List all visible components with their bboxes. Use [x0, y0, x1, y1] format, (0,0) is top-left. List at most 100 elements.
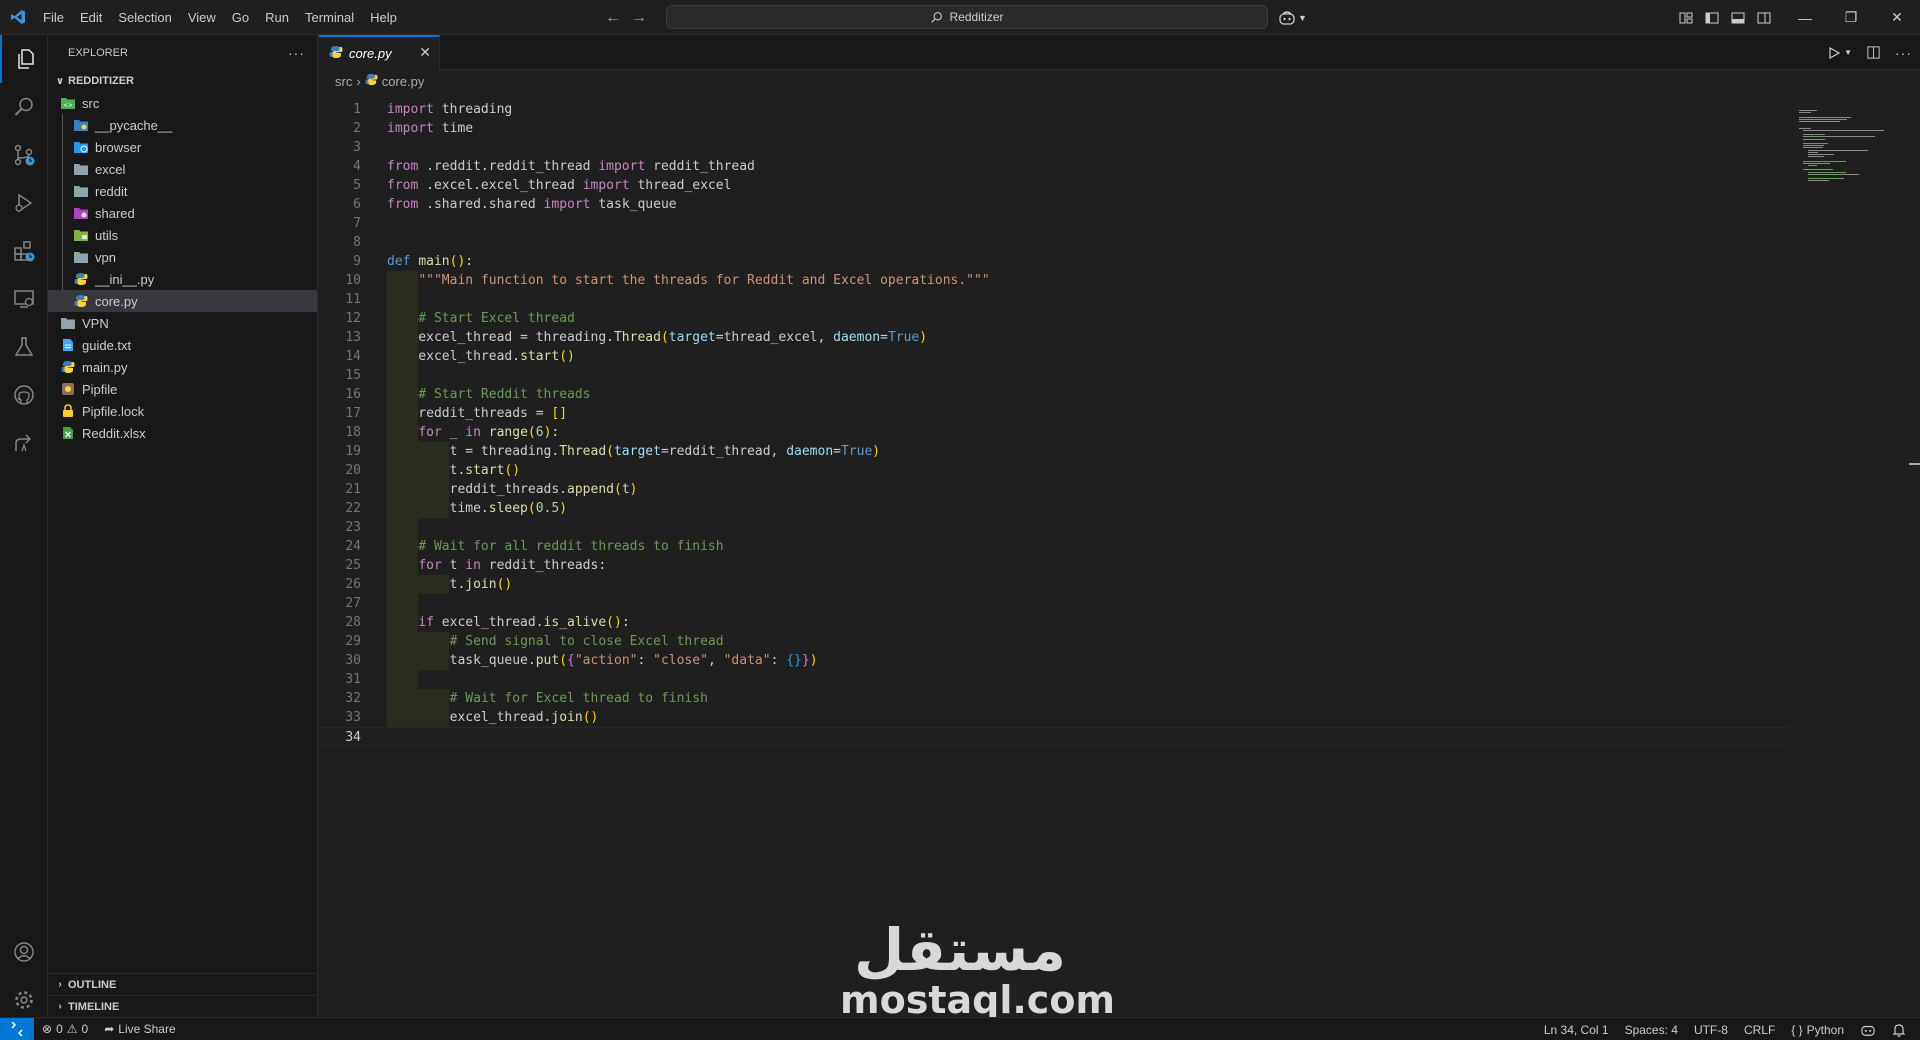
toggle-panel-icon[interactable]: [1730, 10, 1746, 26]
code-line[interactable]: 1 import threading: [319, 100, 1789, 119]
breadcrumb-folder[interactable]: src: [335, 74, 352, 89]
tree-file-guide[interactable]: guide.txt: [48, 334, 317, 356]
code-line[interactable]: 29 # Send signal to close Excel thread: [319, 632, 1789, 651]
scrollbar-marker[interactable]: [1909, 463, 1920, 465]
split-editor-icon[interactable]: [1866, 45, 1881, 60]
code-line[interactable]: 11: [319, 290, 1789, 309]
code-line[interactable]: 12 # Start Excel thread: [319, 309, 1789, 328]
code-line[interactable]: 22 time.sleep(0.5): [319, 499, 1789, 518]
menu-view[interactable]: View: [180, 0, 224, 35]
code-line[interactable]: 8: [319, 233, 1789, 252]
code-line[interactable]: 26 t.join(): [319, 575, 1789, 594]
copilot-status-icon[interactable]: [1852, 1018, 1884, 1040]
code-line[interactable]: 27: [319, 594, 1789, 613]
go-forward-icon[interactable]: →: [631, 9, 647, 27]
breadcrumb-file[interactable]: core.py: [382, 74, 425, 89]
indentation[interactable]: Spaces: 4: [1617, 1018, 1686, 1040]
code-line[interactable]: 28 if excel_thread.is_alive():: [319, 613, 1789, 632]
code-line[interactable]: 33 excel_thread.join(): [319, 708, 1789, 727]
tree-folder-VPN[interactable]: VPN: [48, 312, 317, 334]
code-line[interactable]: 25 for t in reddit_threads:: [319, 556, 1789, 575]
live-share-icon[interactable]: [0, 419, 48, 467]
customize-layout-icon[interactable]: [1678, 10, 1694, 26]
copilot-menu-button[interactable]: ▼: [1278, 6, 1307, 30]
code-line[interactable]: 32 # Wait for Excel thread to finish: [319, 689, 1789, 708]
more-actions-icon[interactable]: ···: [288, 45, 305, 61]
code-line[interactable]: 19 t = threading.Thread(target=reddit_th…: [319, 442, 1789, 461]
command-center-search[interactable]: Redditizer: [666, 5, 1268, 29]
search-icon[interactable]: [0, 83, 48, 131]
run-python-file-icon[interactable]: ▼: [1827, 46, 1852, 60]
go-back-icon[interactable]: ←: [605, 9, 621, 27]
tree-file-pipfile-lock[interactable]: Pipfile.lock: [48, 400, 317, 422]
code-line[interactable]: 9 def main():: [319, 252, 1789, 271]
more-actions-icon[interactable]: ···: [1895, 45, 1912, 61]
code-line[interactable]: 3: [319, 138, 1789, 157]
cursor-position[interactable]: Ln 34, Col 1: [1536, 1018, 1617, 1040]
close-tab-icon[interactable]: ✕: [419, 44, 431, 61]
code-line[interactable]: 21 reddit_threads.append(t): [319, 480, 1789, 499]
tree-folder-vpn[interactable]: vpn: [48, 246, 317, 268]
run-and-debug-icon[interactable]: [0, 179, 48, 227]
menu-selection[interactable]: Selection: [110, 0, 179, 35]
code-line[interactable]: 24 # Wait for all reddit threads to fini…: [319, 537, 1789, 556]
restore-icon[interactable]: ❐: [1828, 0, 1874, 35]
code-line[interactable]: 31: [319, 670, 1789, 689]
language-mode[interactable]: { } Python: [1783, 1018, 1852, 1040]
menu-edit[interactable]: Edit: [72, 0, 110, 35]
code-editor[interactable]: 1 import threading 2 import time 3 4 from .red…: [319, 92, 1789, 1017]
menu-go[interactable]: Go: [224, 0, 257, 35]
code-line[interactable]: 16 # Start Reddit threads: [319, 385, 1789, 404]
minimap[interactable]: [1789, 92, 1907, 1017]
remote-indicator-icon[interactable]: [0, 1017, 34, 1040]
tree-folder-src[interactable]: <> src: [48, 92, 317, 114]
code-line[interactable]: 20 t.start(): [319, 461, 1789, 480]
extensions-icon[interactable]: [0, 227, 48, 275]
code-line[interactable]: 30 task_queue.put({"action": "close", "d…: [319, 651, 1789, 670]
live-share-button[interactable]: ➦ Live Share: [96, 1018, 183, 1040]
tree-file-reddit-xlsx[interactable]: Reddit.xlsx: [48, 422, 317, 444]
code-line[interactable]: 14 excel_thread.start(): [319, 347, 1789, 366]
tree-folder-pycache[interactable]: __pycache__: [48, 114, 317, 136]
code-line[interactable]: 23: [319, 518, 1789, 537]
code-line[interactable]: 6 from .shared.shared import task_queue: [319, 195, 1789, 214]
tree-folder-browser[interactable]: browser: [48, 136, 317, 158]
code-line[interactable]: 13 excel_thread = threading.Thread(targe…: [319, 328, 1789, 347]
testing-icon[interactable]: [0, 323, 48, 371]
tab-core-py[interactable]: core.py ✕: [319, 35, 440, 70]
explorer-icon[interactable]: [0, 35, 48, 83]
menu-file[interactable]: File: [35, 0, 72, 35]
code-line[interactable]: 17 reddit_threads = []: [319, 404, 1789, 423]
source-control-icon[interactable]: [0, 131, 48, 179]
notifications-bell-icon[interactable]: [1884, 1018, 1914, 1040]
code-line[interactable]: 15: [319, 366, 1789, 385]
menu-help[interactable]: Help: [362, 0, 405, 35]
tree-file-init[interactable]: __ini__.py: [48, 268, 317, 290]
github-icon[interactable]: [0, 371, 48, 419]
code-line[interactable]: 18 for _ in range(6):: [319, 423, 1789, 442]
tree-folder-shared[interactable]: shared: [48, 202, 317, 224]
minimize-icon[interactable]: —: [1782, 0, 1828, 35]
close-window-icon[interactable]: ✕: [1874, 0, 1920, 35]
tree-folder-reddit[interactable]: reddit: [48, 180, 317, 202]
timeline-section[interactable]: › TIMELINE: [48, 995, 318, 1017]
code-line[interactable]: 2 import time: [319, 119, 1789, 138]
tree-file-pipfile[interactable]: Pipfile: [48, 378, 317, 400]
tree-folder-utils[interactable]: utils: [48, 224, 317, 246]
menu-terminal[interactable]: Terminal: [297, 0, 362, 35]
accounts-icon[interactable]: [0, 928, 48, 976]
toggle-primary-sidebar-icon[interactable]: [1704, 10, 1720, 26]
problems-indicator[interactable]: ⊗ 0 ⚠ 0: [34, 1018, 96, 1040]
code-line[interactable]: 10 """Main function to start the threads…: [319, 271, 1789, 290]
menu-run[interactable]: Run: [257, 0, 297, 35]
code-line[interactable]: 5 from .excel.excel_thread import thread_…: [319, 176, 1789, 195]
tree-file-main[interactable]: main.py: [48, 356, 317, 378]
encoding[interactable]: UTF-8: [1686, 1018, 1736, 1040]
remote-explorer-icon[interactable]: [0, 275, 48, 323]
code-line[interactable]: 34: [319, 727, 1789, 746]
toggle-secondary-sidebar-icon[interactable]: [1756, 10, 1772, 26]
end-of-line[interactable]: CRLF: [1736, 1018, 1783, 1040]
code-line[interactable]: 4 from .reddit.reddit_thread import reddi…: [319, 157, 1789, 176]
tree-file-core[interactable]: core.py: [48, 290, 317, 312]
outline-section[interactable]: › OUTLINE: [48, 973, 318, 995]
